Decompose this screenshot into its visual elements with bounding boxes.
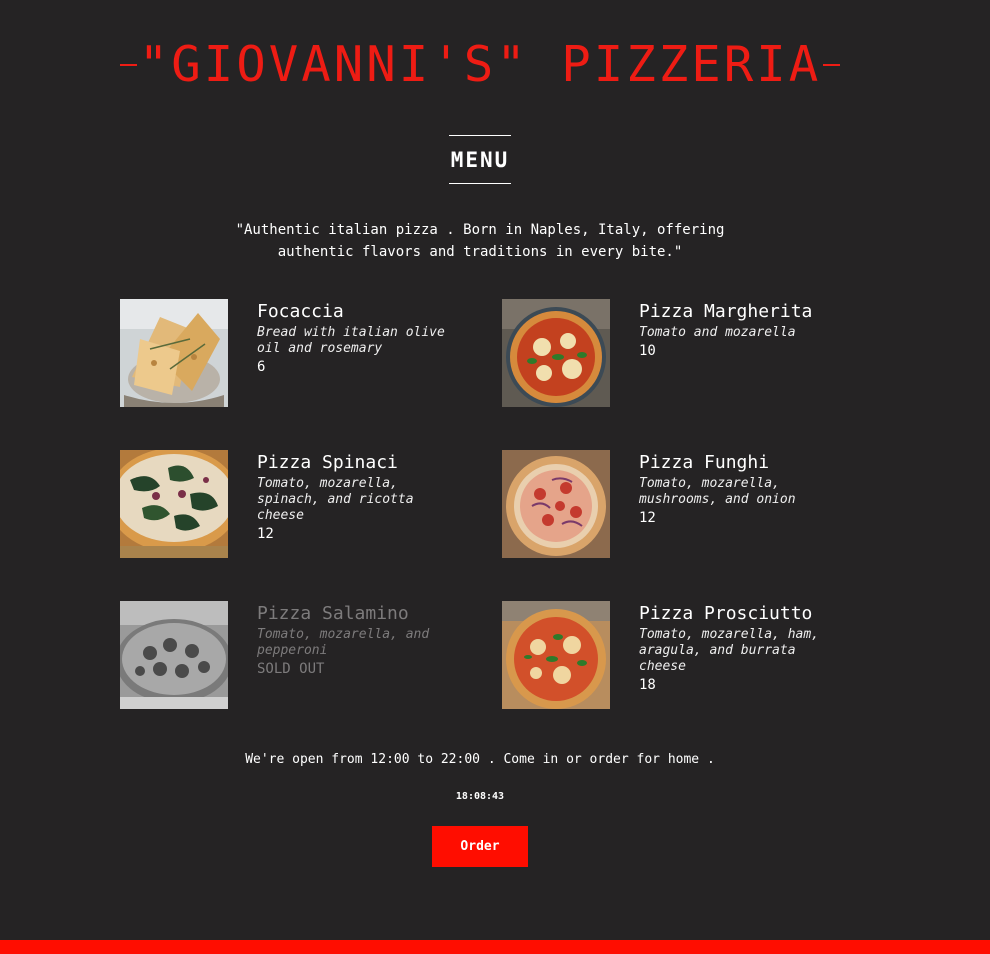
title-dash-right [823, 63, 840, 66]
pizza-salamino-photo [120, 601, 228, 709]
item-price: 10 [639, 343, 656, 359]
sold-out-label: SOLD OUT [257, 661, 325, 677]
title-dash-left [120, 63, 137, 66]
menu-grid: Focaccia Bread with italian olive oil an… [120, 299, 850, 709]
item-info: Pizza Funghi Tomato, mozarella, mushroom… [639, 450, 849, 558]
item-price: 18 [639, 677, 656, 693]
item-description: Tomato and mozarella [639, 325, 796, 340]
item-name: Pizza Margherita [639, 301, 813, 322]
item-description: Tomato, mozarella, ham, aragula, and bur… [639, 627, 820, 674]
menu-item-margherita: Pizza Margherita Tomato and mozarella 10 [502, 299, 850, 407]
pizza-margherita-photo [502, 299, 610, 407]
item-name: Pizza Salamino [257, 603, 409, 624]
item-description: Bread with italian olive oil and rosemar… [257, 325, 445, 356]
item-description: Tomato, mozarella, and pepperoni [257, 627, 430, 658]
menu-item-focaccia: Focaccia Bread with italian olive oil an… [120, 299, 502, 407]
footer-bar [0, 940, 990, 954]
header: "GIOVANNI'S" PIZZERIA [120, 36, 840, 93]
menu-item-funghi: Pizza Funghi Tomato, mozarella, mushroom… [502, 450, 850, 558]
menu-item-salamino: Pizza Salamino Tomato, mozarella, and pe… [120, 601, 502, 709]
item-description: Tomato, mozarella, mushrooms, and onion [639, 476, 796, 507]
item-info: Pizza Prosciutto Tomato, mozarella, ham,… [639, 601, 849, 709]
pizza-funghi-photo [502, 450, 610, 558]
item-name: Pizza Spinaci [257, 452, 398, 473]
item-price: 6 [257, 359, 266, 375]
item-name: Pizza Funghi [639, 452, 770, 473]
focaccia-photo [120, 299, 228, 407]
item-info: Pizza Salamino Tomato, mozarella, and pe… [257, 601, 467, 709]
order-button[interactable]: Order [432, 826, 528, 867]
item-name: Focaccia [257, 301, 344, 322]
item-info: Pizza Spinaci Tomato, mozarella, spinach… [257, 450, 467, 558]
item-name: Pizza Prosciutto [639, 603, 813, 624]
pizzeria-page: "GIOVANNI'S" PIZZERIA MENU "Authentic it… [0, 0, 990, 954]
restaurant-title: "GIOVANNI'S" PIZZERIA [138, 36, 822, 93]
pizza-spinaci-photo [120, 450, 228, 558]
menu-item-spinaci: Pizza Spinaci Tomato, mozarella, spinach… [120, 450, 502, 558]
menu-item-prosciutto: Pizza Prosciutto Tomato, mozarella, ham,… [502, 601, 850, 709]
pizza-prosciutto-photo [502, 601, 610, 709]
item-price: 12 [257, 526, 274, 542]
item-info: Pizza Margherita Tomato and mozarella 10 [639, 299, 849, 407]
current-time: 18:08:43 [455, 791, 505, 802]
menu-heading: MENU [449, 135, 511, 184]
tagline: "Authentic italian pizza . Born in Naple… [235, 222, 725, 260]
item-price: 12 [639, 510, 656, 526]
item-description: Tomato, mozarella, spinach, and ricotta … [257, 476, 414, 523]
opening-hours: We're open from 12:00 to 22:00 . Come in… [245, 752, 715, 767]
item-info: Focaccia Bread with italian olive oil an… [257, 299, 467, 407]
